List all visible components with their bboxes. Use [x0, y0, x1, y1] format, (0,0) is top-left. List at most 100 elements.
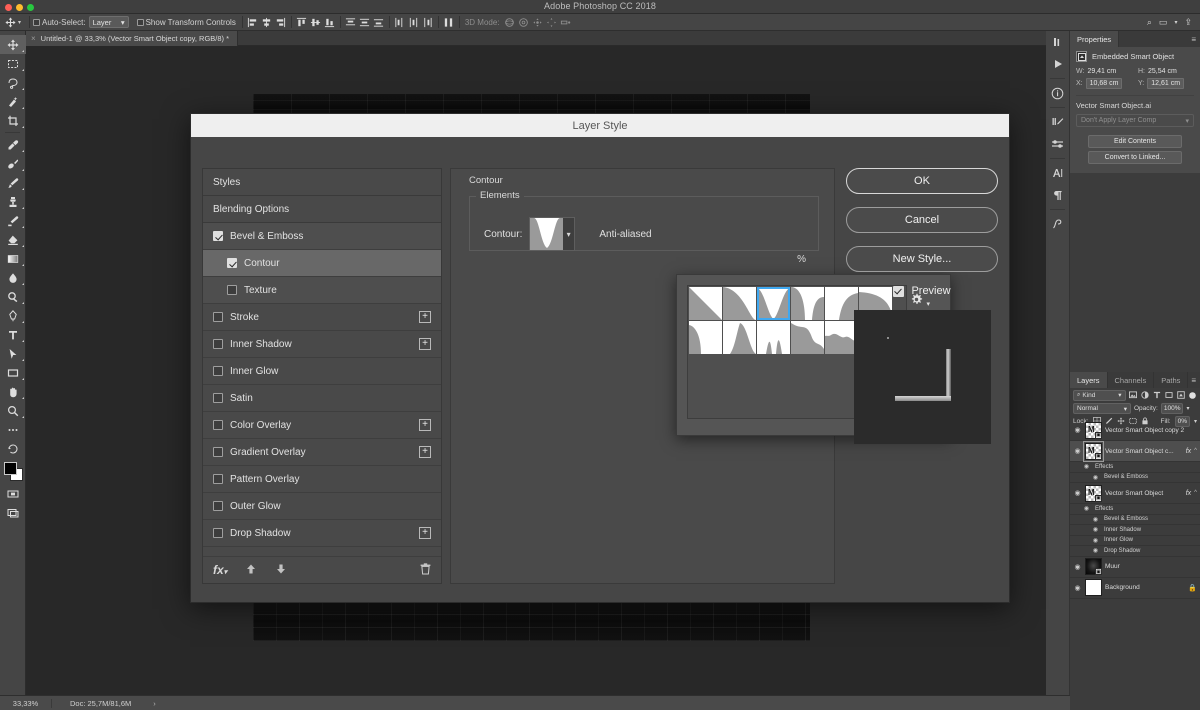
- distribute-right-icon[interactable]: [421, 15, 435, 29]
- list-item-bevel-emboss[interactable]: Bevel & Emboss: [203, 223, 441, 250]
- list-item-styles[interactable]: Styles: [203, 169, 441, 196]
- lasso-icon[interactable]: [0, 73, 26, 92]
- fx-icon[interactable]: fx▾: [213, 563, 227, 577]
- add-gradient-overlay-icon[interactable]: +: [419, 446, 431, 458]
- rotate-view-icon[interactable]: [0, 439, 26, 458]
- chevron-down-icon[interactable]: ▾: [18, 19, 21, 26]
- tab-paths[interactable]: Paths: [1154, 372, 1189, 388]
- layer-style-dialog[interactable]: Layer Style Styles Blending Options Beve…: [190, 113, 1010, 603]
- visibility-toggle-icon[interactable]: ◉: [1082, 505, 1091, 512]
- close-icon[interactable]: ×: [31, 34, 36, 43]
- rectangular-marquee-icon[interactable]: [0, 54, 26, 73]
- auto-select-scope-dropdown[interactable]: Layer ▾: [88, 16, 129, 28]
- visibility-toggle-icon[interactable]: ◉: [1073, 489, 1082, 497]
- chevron-down-icon[interactable]: ▾: [562, 218, 575, 250]
- zoom-level[interactable]: 33,33%: [0, 698, 52, 708]
- 3d-roll-icon[interactable]: [517, 15, 531, 29]
- visibility-toggle-icon[interactable]: ◉: [1091, 516, 1100, 523]
- layer-comp-dropdown[interactable]: Don't Apply Layer Comp ▾: [1076, 114, 1194, 127]
- list-item-inner-glow[interactable]: Inner Glow: [203, 358, 441, 385]
- layer-filter-kind-dropdown[interactable]: ⌕ Kind ▾: [1073, 389, 1126, 401]
- contour-preset-gaussian[interactable]: [757, 321, 790, 354]
- blur-tool-icon[interactable]: [0, 268, 26, 287]
- list-item-stroke[interactable]: Stroke +: [203, 304, 441, 331]
- effects-list[interactable]: Styles Blending Options Bevel & Emboss C…: [202, 168, 442, 584]
- pen-tool-icon[interactable]: [0, 306, 26, 325]
- chevron-down-icon[interactable]: ▾: [1186, 405, 1189, 412]
- hand-tool-icon[interactable]: [0, 382, 26, 401]
- quick-mask-icon[interactable]: [0, 484, 26, 503]
- document-tab[interactable]: × Untitled-1 @ 33,3% (Vector Smart Objec…: [26, 31, 239, 46]
- list-item-drop-shadow[interactable]: Drop Shadow +: [203, 520, 441, 547]
- layer-thumbnail[interactable]: M ▣: [1085, 484, 1102, 502]
- table-row[interactable]: ◉ ▣ Muur: [1070, 557, 1200, 578]
- tab-channels[interactable]: Channels: [1108, 372, 1155, 388]
- opacity-input[interactable]: 100%: [1160, 403, 1184, 414]
- panel-menu-icon[interactable]: ≡: [1191, 372, 1200, 388]
- list-item-contour[interactable]: Contour: [203, 250, 441, 277]
- move-tool-icon[interactable]: [0, 35, 26, 54]
- list-item-pattern-overlay[interactable]: Pattern Overlay: [203, 466, 441, 493]
- list-item[interactable]: ◉ Drop Shadow: [1070, 546, 1200, 557]
- eyedropper-icon[interactable]: [0, 135, 26, 154]
- list-item[interactable]: ◉ Effects: [1070, 462, 1200, 473]
- move-down-icon[interactable]: [275, 563, 287, 578]
- list-item-inner-shadow[interactable]: Inner Shadow +: [203, 331, 441, 358]
- add-stroke-icon[interactable]: +: [419, 311, 431, 323]
- move-tool-icon[interactable]: ▾: [0, 16, 26, 28]
- foreground-color-swatch[interactable]: [4, 462, 17, 475]
- ok-button[interactable]: OK: [846, 168, 998, 194]
- spot-healing-brush-icon[interactable]: [0, 154, 26, 173]
- contour-preset-dropdown[interactable]: ▾: [529, 217, 576, 251]
- list-item[interactable]: ◉ Bevel & Emboss: [1070, 473, 1200, 483]
- filter-smart-object-icon[interactable]: [1176, 390, 1185, 401]
- list-item-gradient-overlay[interactable]: Gradient Overlay +: [203, 439, 441, 466]
- delete-icon[interactable]: [420, 562, 431, 578]
- actions-play-icon[interactable]: [1046, 53, 1069, 75]
- filter-adjustment-icon[interactable]: [1140, 390, 1149, 401]
- filter-shape-icon[interactable]: [1164, 390, 1173, 401]
- texture-checkbox[interactable]: [227, 285, 237, 295]
- distribute-top-icon[interactable]: [344, 15, 358, 29]
- clone-stamp-icon[interactable]: [0, 192, 26, 211]
- table-row[interactable]: ◉ Background 🔒: [1070, 578, 1200, 599]
- drop-shadow-checkbox[interactable]: [213, 528, 223, 538]
- distribute-bottom-icon[interactable]: [372, 15, 386, 29]
- add-color-overlay-icon[interactable]: +: [419, 419, 431, 431]
- contour-preset-linear[interactable]: [689, 287, 722, 320]
- quick-selection-icon[interactable]: [0, 92, 26, 111]
- edit-contents-button[interactable]: Edit Contents: [1088, 135, 1182, 148]
- contour-checkbox[interactable]: [227, 258, 237, 268]
- layer-thumbnail[interactable]: M ▣: [1085, 421, 1102, 439]
- filter-toggle-icon[interactable]: [1188, 390, 1197, 401]
- contour-preset-cone-inverted[interactable]: [757, 287, 790, 320]
- visibility-toggle-icon[interactable]: ◉: [1073, 584, 1082, 592]
- visibility-toggle-icon[interactable]: ◉: [1091, 537, 1100, 544]
- contour-preset-ring-double[interactable]: [723, 321, 756, 354]
- cancel-button[interactable]: Cancel: [846, 207, 998, 233]
- property-y[interactable]: Y: 12,61 cm: [1138, 78, 1194, 89]
- show-transform-controls-checkbox[interactable]: [136, 18, 144, 26]
- list-item-outer-glow[interactable]: Outer Glow: [203, 493, 441, 520]
- bevel-emboss-checkbox[interactable]: [213, 231, 223, 241]
- history-brush-icon[interactable]: [0, 211, 26, 230]
- visibility-toggle-icon[interactable]: ◉: [1091, 474, 1100, 481]
- gradient-tool-icon[interactable]: [0, 249, 26, 268]
- property-x-input[interactable]: 10,68 cm: [1085, 78, 1123, 89]
- dodge-tool-icon[interactable]: [0, 287, 26, 306]
- table-row[interactable]: ◉ M ▣ Vector Smart Object c... fx ^: [1070, 440, 1200, 462]
- distribute-left-icon[interactable]: [393, 15, 407, 29]
- tab-properties[interactable]: Properties: [1070, 31, 1120, 47]
- character-panel-icon[interactable]: [1046, 162, 1069, 184]
- inner-glow-checkbox[interactable]: [213, 366, 223, 376]
- list-item-texture[interactable]: Texture: [203, 277, 441, 304]
- pattern-overlay-checkbox[interactable]: [213, 474, 223, 484]
- property-x[interactable]: X: 10,68 cm: [1076, 78, 1132, 89]
- 3d-orbit-icon[interactable]: [503, 15, 517, 29]
- list-item-satin[interactable]: Satin: [203, 385, 441, 412]
- align-bottom-edges-icon[interactable]: [323, 15, 337, 29]
- layer-thumbnail[interactable]: M ▣: [1083, 440, 1104, 462]
- properties-sliders-icon[interactable]: [1046, 133, 1069, 155]
- preview-checkbox[interactable]: [893, 285, 905, 297]
- layer-thumbnail[interactable]: ▣: [1085, 558, 1102, 575]
